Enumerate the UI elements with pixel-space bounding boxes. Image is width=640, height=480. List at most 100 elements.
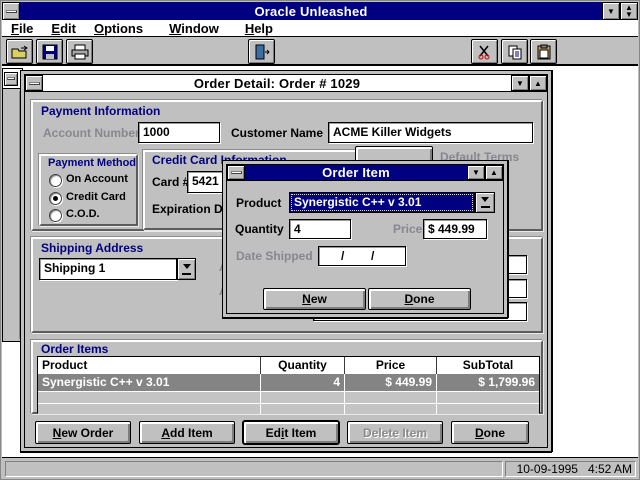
menu-help[interactable]: Help	[236, 21, 282, 36]
order-detail-control-menu-button[interactable]	[25, 75, 43, 91]
order-item-control-menu-button[interactable]	[227, 165, 245, 180]
price-field[interactable]: $ 449.99	[423, 219, 487, 239]
customer-name-field[interactable]: ACME Killer Widgets	[328, 122, 533, 143]
order-item-titlebar: Order Item ▼ ▲	[226, 164, 504, 181]
paste-icon	[536, 44, 552, 60]
order-item-maximize-button[interactable]: ▲	[485, 165, 503, 180]
cell-product: Synergistic C++ v 3.01	[38, 374, 261, 391]
cut-icon	[477, 44, 493, 60]
app-titlebar: Oracle Unleashed ▼ ▲▼	[2, 2, 638, 20]
menu-file[interactable]: File	[2, 21, 42, 36]
toolbar	[2, 37, 638, 66]
radio-cod[interactable]	[49, 209, 62, 222]
control-menu-icon	[6, 10, 17, 13]
radio-credit-card-label: Credit Card	[66, 191, 126, 203]
table-row-empty[interactable]	[38, 391, 539, 403]
order-detail-minimize-button[interactable]: ▼	[511, 75, 529, 91]
radio-on-account[interactable]	[49, 174, 62, 187]
order-item-client: Product Synergistic C++ v 3.01 Quantity …	[226, 181, 504, 314]
minimize-icon: ▼	[607, 8, 615, 15]
quantity-field[interactable]: 4	[289, 219, 351, 239]
application-window: Oracle Unleashed ▼ ▲▼ File Edit Options …	[0, 0, 640, 480]
column-header-subtotal: SubTotal	[437, 357, 539, 374]
app-control-menu-button[interactable]	[2, 2, 20, 20]
control-menu-icon	[7, 77, 15, 80]
radio-cod-label: C.O.D.	[66, 208, 100, 220]
add-item-button[interactable]: Add Item	[139, 421, 235, 444]
edit-item-button[interactable]: Edit Item	[243, 421, 339, 444]
shipping-address-label: Shipping Address	[41, 241, 143, 255]
open-icon	[10, 44, 30, 60]
control-menu-icon	[29, 82, 40, 85]
cell-subtotal: $ 1,799.96	[437, 374, 539, 391]
control-menu-icon	[231, 171, 242, 174]
app-title: Oracle Unleashed	[20, 4, 602, 19]
table-row-empty[interactable]	[38, 403, 539, 414]
print-icon	[71, 44, 89, 60]
maximize-icon: ▲	[490, 169, 498, 176]
column-header-price: Price	[345, 357, 437, 374]
minimize-button[interactable]: ▼	[602, 2, 620, 20]
chevron-down-icon	[183, 264, 191, 273]
menubar: File Edit Options Window Help	[2, 20, 638, 37]
chevron-down-icon	[481, 197, 489, 206]
delete-item-button: Delete Item	[347, 421, 443, 444]
shipping-address-combobox[interactable]: Shipping 1	[39, 258, 177, 280]
exit-button[interactable]	[248, 39, 275, 64]
menu-window[interactable]: Window	[160, 21, 228, 36]
order-item-minimize-button[interactable]: ▼	[467, 165, 485, 180]
save-icon	[42, 44, 58, 60]
account-number-label: Account Number	[43, 126, 140, 140]
cell-quantity: 4	[261, 374, 345, 391]
copy-icon	[507, 44, 523, 60]
order-items-section: Order Items Product Quantity Price SubTo…	[31, 340, 543, 414]
status-datetime: 10-09-1995 4:52 AM	[505, 461, 636, 477]
dialog-new-button[interactable]: New	[263, 288, 366, 310]
order-item-dialog: Order Item ▼ ▲ Product Synergistic C++ v…	[222, 160, 508, 318]
price-label: Price	[393, 222, 422, 236]
done-button[interactable]: Done	[451, 421, 529, 444]
new-order-button[interactable]: New Order	[35, 421, 131, 444]
payment-information-label: Payment Information	[41, 104, 160, 118]
minimize-icon: ▼	[516, 80, 524, 87]
radio-credit-card[interactable]	[49, 192, 62, 205]
customer-name-label: Customer Name	[231, 126, 323, 140]
menu-edit[interactable]: Edit	[42, 21, 85, 36]
order-detail-maximize-button[interactable]: ▲	[529, 75, 547, 91]
save-button[interactable]	[36, 39, 63, 64]
date-shipped-label: Date Shipped	[236, 249, 313, 263]
status-message-panel	[5, 461, 503, 477]
maximize-icon: ▲	[534, 80, 542, 87]
paste-button[interactable]	[530, 39, 557, 64]
cut-button[interactable]	[471, 39, 498, 64]
background-window-control-menu-button[interactable]	[4, 72, 18, 86]
product-dropdown-button[interactable]	[475, 192, 495, 213]
order-item-title: Order Item	[245, 165, 467, 180]
quantity-label: Quantity	[235, 222, 284, 236]
product-combobox[interactable]: Synergistic C++ v 3.01	[289, 192, 475, 213]
column-header-quantity: Quantity	[261, 357, 345, 374]
date-shipped-field[interactable]: / /	[318, 246, 406, 266]
shipping-address-dropdown-button[interactable]	[177, 258, 196, 280]
open-button[interactable]	[6, 39, 33, 64]
order-detail-titlebar: Order Detail: Order # 1029 ▼ ▲	[24, 74, 548, 92]
product-label: Product	[236, 196, 281, 210]
print-button[interactable]	[66, 39, 93, 64]
order-detail-title: Order Detail: Order # 1029	[43, 76, 511, 91]
column-header-product: Product	[38, 357, 261, 374]
menu-options[interactable]: Options	[85, 21, 152, 36]
card-number-label: Card #	[152, 175, 189, 189]
order-items-table: Product Quantity Price SubTotal Synergis…	[37, 356, 540, 413]
radio-on-account-label: On Account	[66, 173, 128, 185]
table-row-selected[interactable]: Synergistic C++ v 3.01 4 $ 449.99 $ 1,79…	[38, 374, 539, 391]
payment-method-group: Payment Method On Account Credit Card C.…	[39, 154, 138, 226]
copy-button[interactable]	[501, 39, 528, 64]
restore-button[interactable]: ▲▼	[620, 2, 638, 20]
dialog-done-button[interactable]: Done	[368, 288, 471, 310]
payment-method-label: Payment Method	[48, 157, 136, 169]
cell-price: $ 449.99	[345, 374, 437, 391]
statusbar: 10-09-1995 4:52 AM	[2, 457, 638, 478]
exit-icon	[253, 44, 271, 60]
order-items-label: Order Items	[41, 342, 108, 356]
account-number-field[interactable]: 1000	[138, 122, 220, 143]
